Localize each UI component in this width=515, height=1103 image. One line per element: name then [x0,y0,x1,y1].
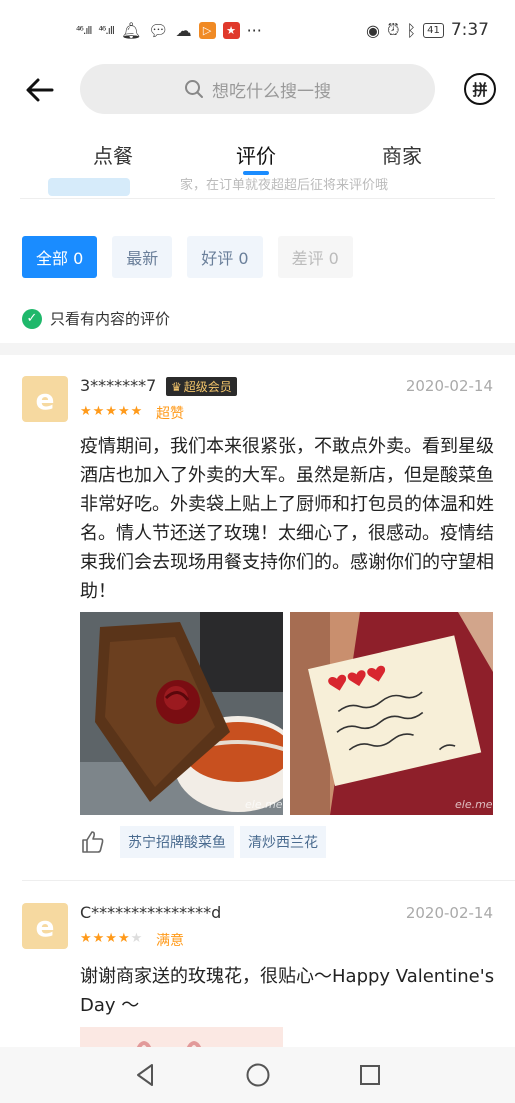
system-navigation-bar [0,1047,515,1103]
reviewer-name: C***************d [80,903,222,922]
chat-icon: 💬︎ [148,20,169,40]
group-order-button[interactable]: 拼 [464,73,496,105]
avatar[interactable]: e [22,376,68,422]
review-photo[interactable]: ele.me [80,612,283,815]
only-content-label: 只看有内容的评价 [50,310,171,328]
signal-icon: ⁴⁶.ıll [98,23,115,37]
search-placeholder: 想吃什么搜一搜 [212,81,331,102]
vip-label: 超级会员 [183,380,232,394]
more-notifications-icon: ··· [246,20,262,40]
active-tab-indicator [243,171,269,175]
svg-text:ele.me: ele.me [245,798,283,811]
review-date: 2020-02-14 [405,377,493,395]
dish-tag[interactable]: 清炒西兰花 [240,826,326,858]
review-text: 谢谢商家送的玫瑰花，很贴心～Happy Valentine's Day ～ [80,966,495,1016]
tab-reviews[interactable]: 评价 [236,140,276,169]
review-filters: 全部 0 最新 好评 0 差评 0 [22,236,353,278]
tab-order[interactable]: 点餐 [93,140,133,169]
filter-latest[interactable]: 最新 [112,236,173,278]
scrolled-off-row: 家，在订单就夜超超后征将来评价哦 [0,176,515,198]
only-content-toggle[interactable]: ✓ 只看有内容的评价 [22,308,170,329]
reviewer-name: 3*******7 [80,376,157,395]
nav-home-icon[interactable] [245,1062,271,1088]
review-date: 2020-02-14 [405,904,493,922]
rating-word: 满意 [156,933,184,949]
bluetooth-icon: ᛒ [406,20,417,40]
signal-icon: ⁴⁶.ıll [76,23,93,37]
rating-word: 超赞 [156,406,184,422]
bell-icon: 🔔︎ [120,20,142,40]
tab-bar: 点餐 评价 商家 [0,126,515,176]
svg-text:ele.me: ele.me [455,798,493,811]
back-arrow-icon[interactable] [24,74,56,106]
app-icon: ▷ [198,21,216,39]
nav-recents-icon[interactable] [357,1062,383,1088]
app-icon: ★ [222,21,240,39]
search-bar[interactable]: 想吃什么搜一搜 [80,64,435,114]
alarm-icon: ⏰︎ [386,20,400,39]
filter-all[interactable]: 全部 0 [22,236,98,278]
clock: 7:37 [450,20,489,40]
review-text: 疫情期间，我们本来很紧张，不敢点外卖。看到星级酒店也加入了外卖的大军。虽然是新店… [80,436,494,602]
rose-photo-image: ele.me [80,612,283,815]
review-photo[interactable]: ele.me [290,612,493,815]
battery-icon: 41 [423,22,444,38]
tab-merchant[interactable]: 商家 [382,140,422,169]
filter-negative[interactable]: 差评 0 [277,236,353,278]
status-bar: ⁴⁶.ıll ⁴⁶.ıll 🔔︎ 💬︎ ☁︎ ▷ ★ ··· ◉ ⏰︎ ᛒ 41… [0,0,515,60]
dish-tags: 苏宁招牌酸菜鱼 清炒西兰花 [80,826,326,858]
thumbs-up-icon[interactable] [80,829,106,855]
avatar[interactable]: e [22,903,68,949]
star-rating: ★★★★★ [80,931,144,946]
note-card-photo-image: ele.me [290,612,493,815]
section-separator [0,343,515,355]
status-right: ◉ ⏰︎ ᛒ 41 7:37 [366,20,489,40]
star-rating: ★★★★★ [80,404,144,419]
check-icon: ✓ [22,308,42,329]
dish-tag[interactable]: 苏宁招牌酸菜鱼 [120,826,234,858]
review-separator [22,880,515,881]
eye-icon: ◉ [366,20,380,40]
nav-back-icon[interactable] [133,1062,159,1088]
divider [20,198,495,199]
vip-badge: ♛ 超级会员 [166,377,237,396]
filter-positive[interactable]: 好评 0 [187,236,263,278]
scrolled-off-text: 家，在订单就夜超超后征将来评价哦 [180,178,389,193]
header: 想吃什么搜一搜 拼 [0,60,515,120]
status-left: ⁴⁶.ıll ⁴⁶.ıll 🔔︎ 💬︎ ☁︎ ▷ ★ ··· [76,21,262,40]
crown-icon: ♛ [171,379,182,394]
blurred-badge [48,178,130,196]
search-icon [185,80,203,98]
cloud-icon: ☁︎ [175,20,192,40]
